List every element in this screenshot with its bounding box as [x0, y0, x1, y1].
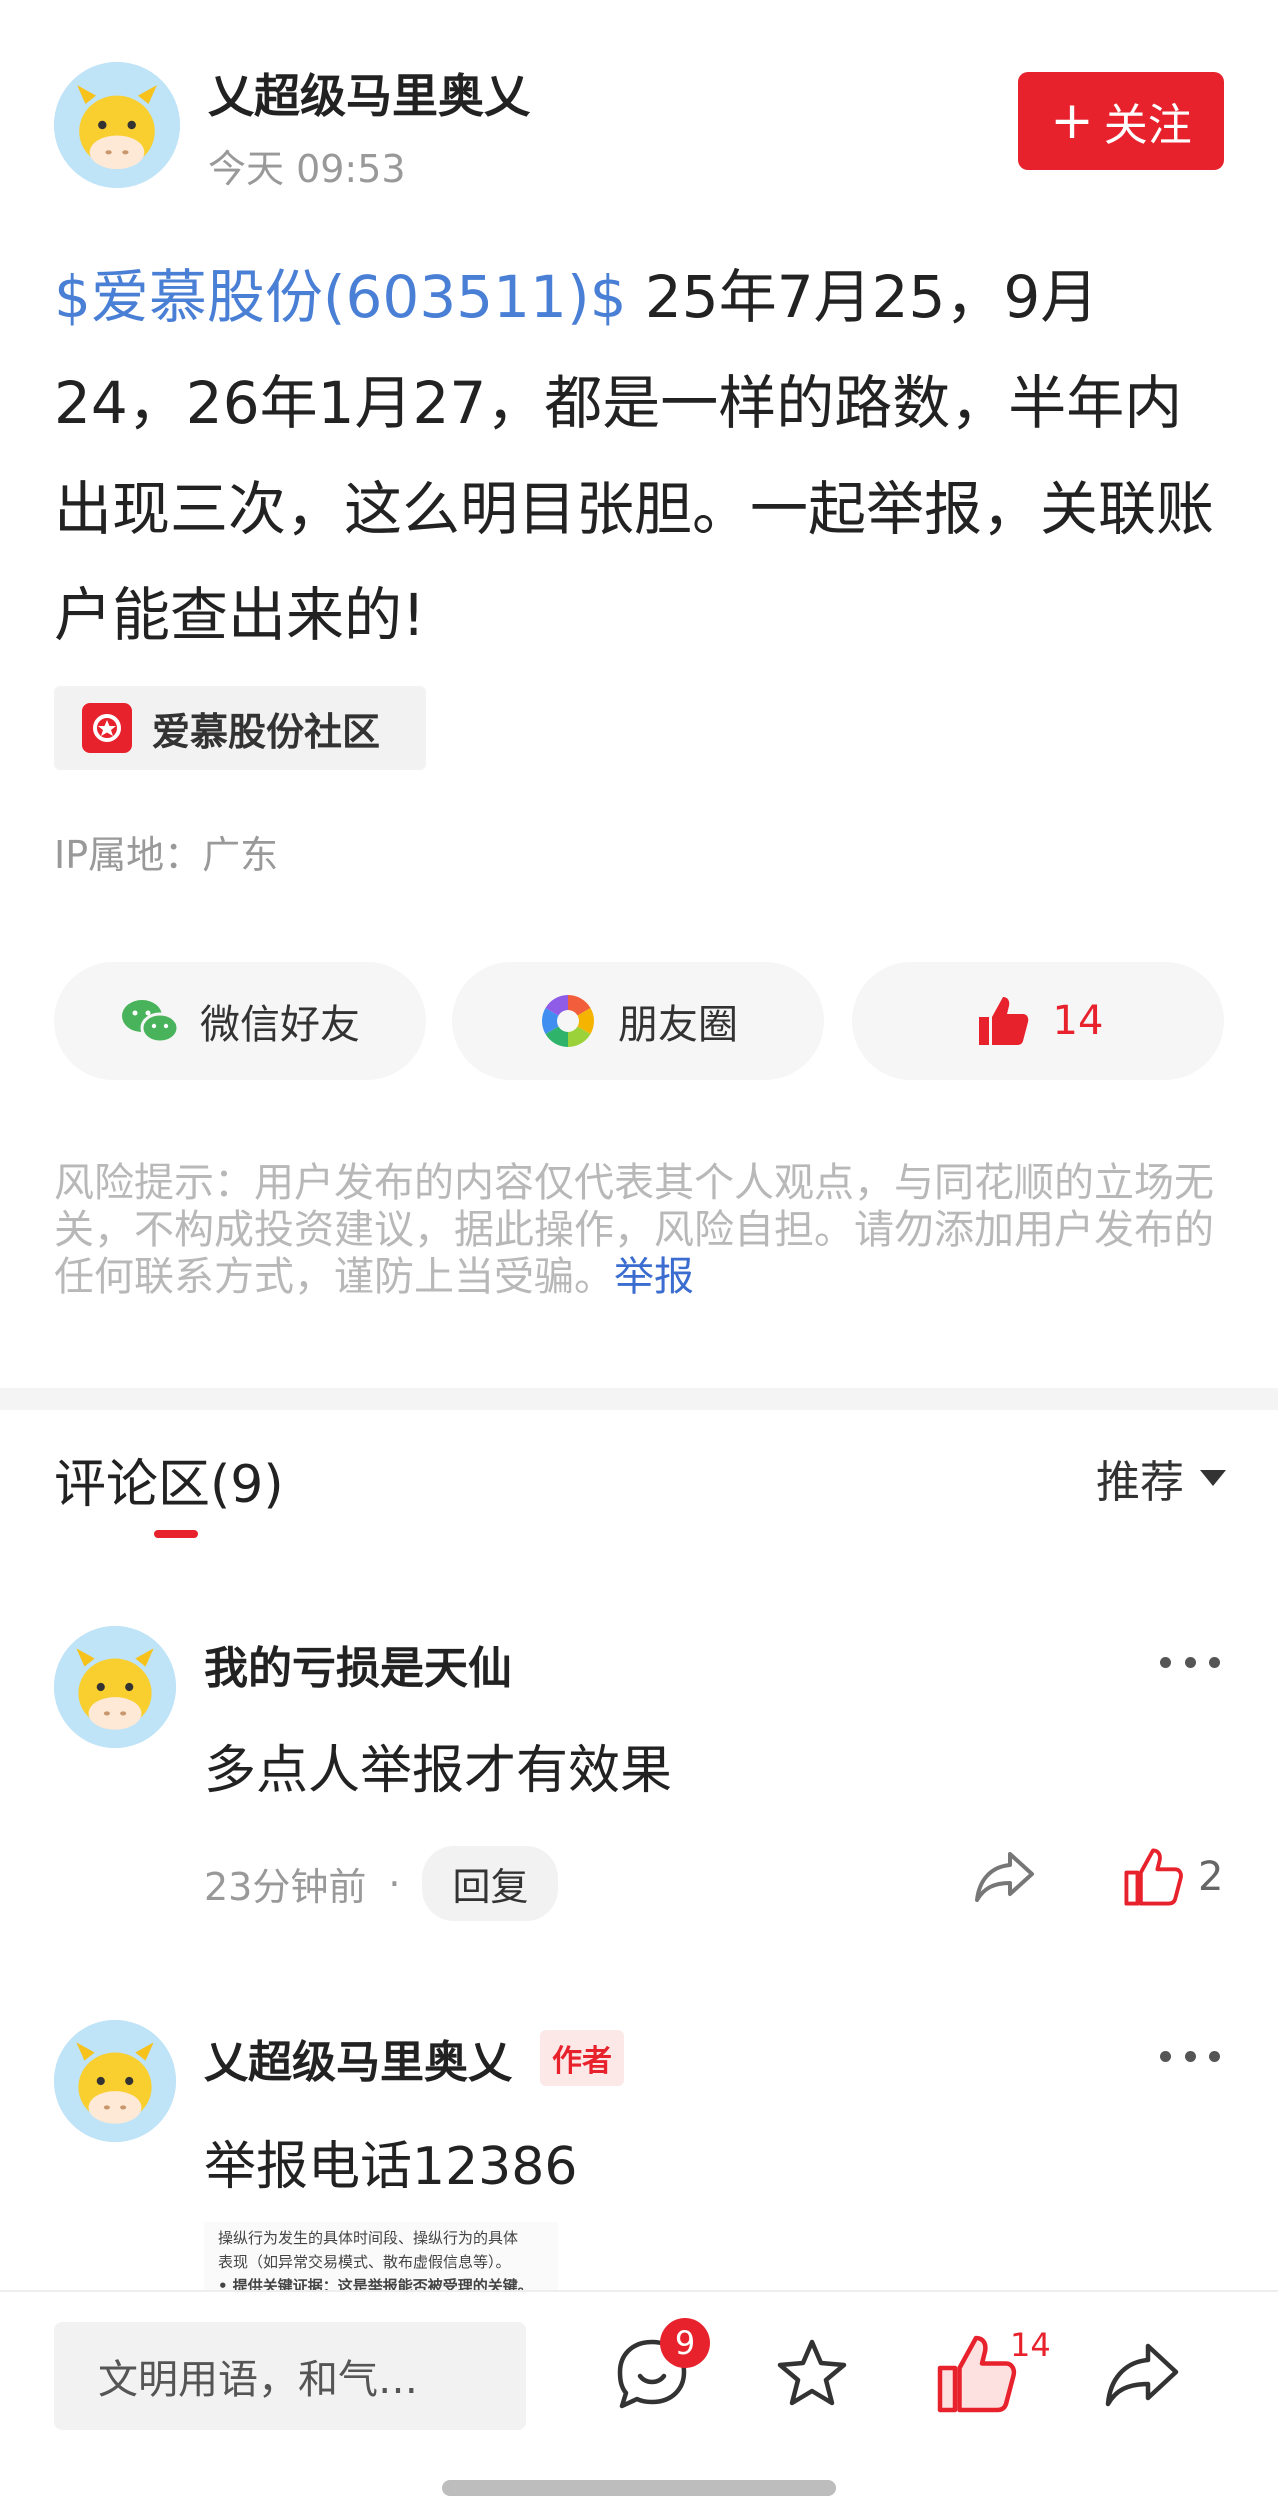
- star-icon[interactable]: [770, 2332, 854, 2416]
- comment-count-badge: 9: [660, 2318, 710, 2368]
- comment-meta: 23分钟前 · 回复: [204, 1846, 559, 1921]
- comment-like-button[interactable]: 2: [1122, 1846, 1223, 1908]
- share-arrow-icon[interactable]: [1100, 2332, 1184, 2416]
- follow-button[interactable]: + 关注: [1018, 72, 1224, 170]
- commenter-name[interactable]: 乂超级马里奥乂: [204, 2026, 512, 2090]
- bottom-action-bar: 文明用语，和气… 9 14: [0, 2290, 1278, 2511]
- share-wechat-label: 微信好友: [200, 1002, 360, 1048]
- share-moments-button[interactable]: 朋友圈: [452, 962, 824, 1080]
- sort-label: 推荐: [1096, 1457, 1184, 1508]
- wechat-icon: [120, 991, 180, 1051]
- sort-dropdown[interactable]: 推荐: [1096, 1446, 1226, 1510]
- more-options-icon[interactable]: [1160, 1652, 1220, 1672]
- active-tab-indicator: [154, 1530, 198, 1538]
- author-name[interactable]: 乂超级马里奥乂: [208, 60, 530, 126]
- report-link[interactable]: 举报: [614, 1254, 694, 1300]
- post-content: $爱慕股份(603511)$ 25年7月25，9月24，26年1月27，都是一样…: [54, 244, 1224, 668]
- author-badge: 作者: [540, 2030, 624, 2086]
- commenter-name[interactable]: 我的亏损是天仙: [204, 1632, 512, 1696]
- community-label: 爱慕股份社区: [152, 709, 381, 754]
- thumbs-up-icon: [973, 991, 1033, 1051]
- section-divider: [0, 1388, 1278, 1410]
- more-options-icon[interactable]: [1160, 2046, 1220, 2066]
- commenter-name-row: 乂超级马里奥乂 作者: [204, 2026, 624, 2090]
- home-indicator: [442, 2480, 836, 2496]
- like-button[interactable]: 14: [852, 962, 1224, 1080]
- comment-input[interactable]: 文明用语，和气…: [54, 2322, 526, 2430]
- image-text-line: 操纵行为发生的具体时间段、操纵行为的具体: [218, 2229, 519, 2247]
- post-time: 今天 09:53: [208, 147, 406, 191]
- risk-disclaimer: 风险提示：用户发布的内容仅代表其个人观点，与同花顺的立场无关，不构成投资建议，据…: [54, 1160, 1226, 1301]
- share-arrow-icon[interactable]: [972, 1846, 1038, 1906]
- ip-location: IP属地：广东: [54, 833, 279, 877]
- share-moments-label: 朋友圈: [618, 1002, 738, 1048]
- comments-tab[interactable]: 评论区(9): [54, 1442, 284, 1517]
- comment-like-count: 2: [1198, 1854, 1224, 1900]
- comment-image-thumbnail[interactable]: 操纵行为发生的具体时间段、操纵行为的具体 表现（如异常交易模式、散布虚假信息等）…: [204, 2222, 558, 2294]
- plus-icon: +: [1050, 91, 1094, 151]
- commenter-avatar[interactable]: [54, 1626, 176, 1748]
- separator-dot: ·: [388, 1861, 401, 1906]
- thumbs-up-outline-icon: [1124, 1848, 1183, 1906]
- comment-time: 23分钟前: [204, 1865, 367, 1909]
- like-count: 14: [1010, 2326, 1051, 2364]
- thumbs-up-icon[interactable]: [934, 2332, 1018, 2416]
- follow-label: 关注: [1103, 100, 1192, 151]
- image-text-line: 表现（如异常交易模式、散布虚假信息等）。: [218, 2253, 511, 2271]
- comment-text: 举报电话12386: [204, 2137, 578, 2197]
- like-count: 14: [1052, 998, 1104, 1044]
- reply-button[interactable]: 回复: [422, 1846, 559, 1921]
- author-avatar[interactable]: [54, 62, 180, 188]
- share-wechat-button[interactable]: 微信好友: [54, 962, 426, 1080]
- community-chip[interactable]: 爱慕股份社区: [54, 686, 426, 770]
- comment-text: 多点人举报才有效果: [204, 1741, 673, 1801]
- moments-icon: [538, 991, 598, 1051]
- caret-down-icon: [1200, 1470, 1226, 1486]
- stock-link[interactable]: $爱慕股份(603511)$: [54, 263, 626, 331]
- community-logo-icon: [82, 703, 132, 753]
- commenter-avatar[interactable]: [54, 2020, 176, 2142]
